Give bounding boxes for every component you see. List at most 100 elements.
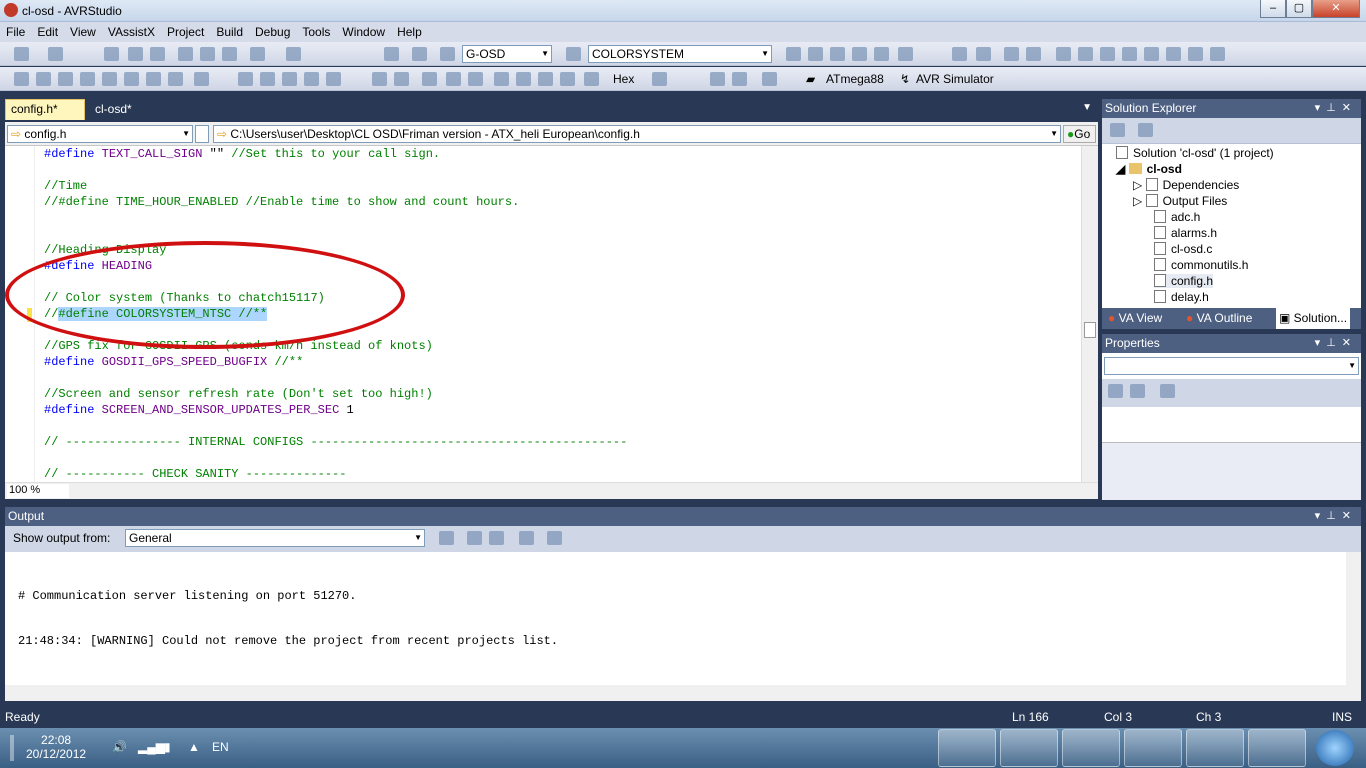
code-line[interactable]: //Time [44, 178, 627, 194]
toolbar-icon[interactable] [808, 47, 823, 61]
zoom-combo[interactable]: 100 % [7, 484, 69, 498]
toolbar-icon[interactable] [260, 72, 275, 86]
menu-debug[interactable]: Debug [249, 22, 296, 42]
editor-vertical-scrollbar[interactable] [1081, 146, 1098, 482]
menu-tools[interactable]: Tools [296, 22, 336, 42]
tree-item-file[interactable]: alarms.h [1154, 226, 1217, 240]
toolbar-icon[interactable] [710, 72, 725, 86]
device-selector[interactable]: ATmega88 [826, 72, 884, 86]
start-debugging-icon[interactable] [412, 47, 427, 61]
tree-item-file[interactable]: cl-osd.c [1154, 242, 1212, 256]
code-line[interactable]: #define SCREEN_AND_SENSOR_UPDATES_PER_SE… [44, 402, 627, 418]
toolbar-icon[interactable] [494, 72, 509, 86]
tab-solution-explorer[interactable]: ▣ Solution... [1276, 308, 1351, 329]
minimize-button[interactable]: – [1260, 0, 1286, 18]
show-all-files-icon[interactable] [1138, 123, 1153, 137]
code-line[interactable] [44, 162, 627, 178]
clear-all-icon[interactable] [519, 531, 534, 545]
maximize-button[interactable]: ▢ [1286, 0, 1312, 18]
toolbar-icon[interactable] [282, 72, 297, 86]
tree-item-output-files[interactable]: ▷ Output Files [1133, 194, 1227, 208]
output-vertical-scrollbar[interactable] [1346, 552, 1361, 685]
comment-icon[interactable] [1004, 47, 1019, 61]
add-item-icon[interactable] [48, 47, 63, 61]
continue-icon[interactable] [440, 47, 455, 61]
cut-icon[interactable] [178, 47, 193, 61]
app-taskbar-icon[interactable] [1000, 729, 1058, 767]
toolbar-icon[interactable] [560, 72, 575, 86]
toolbar-icon[interactable] [146, 72, 161, 86]
new-project-icon[interactable] [14, 47, 29, 61]
panel-controls[interactable]: ▾⊥✕ [1315, 509, 1357, 522]
tab-config-h[interactable]: config.h* [5, 99, 85, 120]
output-horizontal-scrollbar[interactable] [5, 685, 1361, 701]
volume-icon[interactable]: 🔊 [112, 740, 127, 754]
go-button[interactable]: ●Go [1063, 125, 1096, 143]
bookmark-icon[interactable] [1144, 47, 1159, 61]
alphabetical-icon[interactable] [1130, 384, 1145, 398]
outdent-icon[interactable] [976, 47, 991, 61]
menu-view[interactable]: View [64, 22, 102, 42]
code-editor[interactable]: #define TEXT_CALL_SIGN "" //Set this to … [5, 146, 1081, 482]
menu-file[interactable]: File [0, 22, 31, 42]
toolbar-icon[interactable] [304, 72, 319, 86]
toolbar-icon[interactable] [762, 72, 777, 86]
toolbar-icon[interactable] [852, 47, 867, 61]
menu-vassistx[interactable]: VAssistX [102, 22, 161, 42]
code-line[interactable]: #define GOSDII_GPS_SPEED_BUGFIX //** [44, 354, 627, 370]
next-message-icon[interactable] [489, 531, 504, 545]
find-in-files-icon[interactable] [566, 47, 581, 61]
code-line[interactable] [44, 210, 627, 226]
code-line[interactable] [44, 274, 627, 290]
avrstudio-taskbar-icon[interactable] [938, 729, 996, 767]
internet-explorer-taskbar-icon[interactable] [1248, 729, 1306, 767]
toolbar-icon[interactable] [732, 72, 747, 86]
menu-help[interactable]: Help [391, 22, 428, 42]
find-combo[interactable]: COLORSYSTEM ▼ [588, 45, 772, 63]
toolbar-icon[interactable] [584, 72, 599, 86]
tree-item-file-selected[interactable]: config.h [1154, 274, 1214, 288]
word-wrap-icon[interactable] [547, 531, 562, 545]
toolbar-icon[interactable] [830, 47, 845, 61]
toolbar-icon[interactable] [168, 72, 183, 86]
categorized-icon[interactable] [1108, 384, 1123, 398]
toolbar-icon[interactable] [898, 47, 913, 61]
word-taskbar-icon[interactable] [1062, 729, 1120, 767]
code-line[interactable]: #define TEXT_CALL_SIGN "" //Set this to … [44, 146, 627, 162]
bookmark-icon[interactable] [1122, 47, 1137, 61]
code-line[interactable]: // ----------- CHECK SANITY ------------… [44, 466, 627, 482]
chevron-down-icon[interactable]: ▼ [1082, 102, 1092, 113]
output-source-combo[interactable]: General ▼ [125, 529, 425, 547]
tree-item-file[interactable]: adc.h [1154, 210, 1200, 224]
toolbar-icon[interactable] [102, 72, 117, 86]
menu-window[interactable]: Window [336, 22, 391, 42]
code-line-selected[interactable]: //#define COLORSYSTEM_NTSC //** [44, 306, 627, 322]
bookmark-icon[interactable] [1188, 47, 1203, 61]
code-line[interactable]: //Screen and sensor refresh rate (Don't … [44, 386, 627, 402]
indent-icon[interactable] [952, 47, 967, 61]
solution-node[interactable]: Solution 'cl-osd' (1 project) [1116, 146, 1274, 160]
step-icon[interactable] [422, 72, 437, 86]
code-line[interactable]: #define HEADING [44, 258, 627, 274]
bookmark-icon[interactable] [1210, 47, 1225, 61]
code-line[interactable]: //#define TIME_HOUR_ENABLED //Enable tim… [44, 194, 627, 210]
run-icon[interactable] [468, 72, 483, 86]
toolbar-icon[interactable] [238, 72, 253, 86]
toolbar-icon[interactable] [124, 72, 139, 86]
panel-controls[interactable]: ▾⊥✕ [1315, 101, 1357, 114]
stop-icon[interactable] [394, 72, 409, 86]
find-message-icon[interactable] [439, 531, 454, 545]
code-line[interactable] [44, 226, 627, 242]
copy-icon[interactable] [200, 47, 215, 61]
bookmark-icon[interactable] [1056, 47, 1071, 61]
tree-item-file[interactable]: commonutils.h [1154, 258, 1248, 272]
code-line[interactable] [44, 418, 627, 434]
panel-controls[interactable]: ▾⊥✕ [1315, 336, 1357, 349]
code-line[interactable] [44, 370, 627, 386]
properties-object-combo[interactable]: ▼ [1104, 357, 1359, 375]
network-icon[interactable]: ▂▄▆ [138, 740, 165, 754]
hex-toggle[interactable]: Hex [613, 72, 634, 86]
clock[interactable]: 22:08 20/12/2012 [26, 733, 86, 761]
toolbar-icon[interactable] [58, 72, 73, 86]
file-combo[interactable]: ⇨ config.h ▼ [7, 125, 193, 143]
